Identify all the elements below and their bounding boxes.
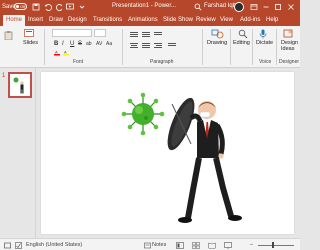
new-slide-icon[interactable] (24, 29, 34, 37)
group-divider (202, 29, 203, 65)
redo-icon[interactable] (56, 3, 64, 11)
ribbon-tabs: Home Insert Draw Design Transitions Anim… (0, 14, 300, 26)
tab-add-ins[interactable]: Add-ins (240, 15, 260, 26)
workspace: 1 (0, 68, 300, 238)
tab-insert[interactable]: Insert (28, 15, 43, 26)
present-icon[interactable] (66, 3, 74, 11)
dictate-button-label[interactable]: Dictate (256, 40, 273, 46)
customize-chevron-icon[interactable] (78, 3, 86, 11)
powerpoint-window: Save Off Presentation1 - Power... Farsha… (0, 0, 300, 250)
undo-icon[interactable] (44, 3, 52, 11)
document-title: Presentation1 - Power... (112, 3, 177, 9)
tab-design[interactable]: Design (68, 15, 87, 26)
microphone-icon[interactable] (259, 29, 267, 39)
shield-illustration (167, 97, 195, 151)
slide-canvas[interactable] (41, 72, 294, 234)
tab-transitions[interactable]: Transitions (93, 15, 122, 26)
font-color-icons[interactable]: A A (54, 50, 84, 56)
notes-button[interactable]: Notes (152, 242, 166, 248)
autosave-toggle[interactable]: Off (14, 3, 27, 10)
drawing-button-label[interactable]: Drawing (207, 40, 227, 46)
shapes-icon[interactable] (211, 29, 225, 39)
slide-number: 1 (2, 73, 6, 79)
group-divider (276, 29, 277, 65)
paste-icon[interactable] (4, 30, 13, 40)
spelling-icon[interactable] (15, 242, 22, 249)
ribbon: Slides B I U S ab AV Aa A A Font Paragra… (0, 26, 300, 68)
editing-icon[interactable] (238, 29, 248, 39)
paragraph-group-label: Paragraph (150, 59, 174, 65)
maximize-icon[interactable] (274, 3, 282, 11)
reading-view-icon[interactable] (208, 242, 216, 249)
thumbnail-figure-image (13, 77, 24, 94)
slides-button-label[interactable]: Slides (23, 40, 38, 46)
virus-shield-figure-image (121, 92, 242, 223)
change-case-button[interactable]: Aa (106, 41, 112, 47)
voice-group-label: Voice (259, 59, 272, 65)
toggle-knob (16, 5, 19, 8)
font-name-field[interactable] (52, 29, 92, 37)
paragraph-icons[interactable] (128, 30, 198, 54)
slideshow-view-icon[interactable] (224, 242, 232, 249)
font-size-field[interactable] (94, 29, 106, 37)
tab-review[interactable]: Review (196, 15, 216, 26)
underline-button[interactable]: U (70, 41, 74, 47)
avatar[interactable] (234, 2, 244, 12)
slide-sorter-icon[interactable] (192, 242, 200, 249)
editing-button-label[interactable]: Editing (233, 40, 250, 46)
toggle-state-label: Off (20, 4, 26, 9)
zoom-slider-handle[interactable] (272, 242, 274, 248)
slide-thumbnail-pane: 1 (0, 68, 36, 238)
strikethrough-button[interactable]: S (78, 41, 82, 47)
svg-text:A: A (55, 50, 58, 55)
close-icon[interactable] (287, 3, 295, 11)
tab-home[interactable]: Home (3, 15, 26, 26)
bold-button[interactable]: B (54, 41, 58, 47)
save-icon[interactable] (32, 3, 40, 11)
virus-illustration (121, 92, 165, 136)
slide-thumbnail[interactable] (8, 72, 32, 98)
shadow-button[interactable]: ab (86, 41, 92, 47)
slide-counter-icon[interactable] (4, 242, 11, 249)
design-ideas-button-label[interactable]: Design Ideas (281, 40, 299, 52)
tab-help[interactable]: Help (266, 15, 278, 26)
normal-view-icon[interactable] (176, 242, 184, 249)
status-bar: English (United States) Notes – (0, 238, 300, 250)
tab-slide-show[interactable]: Slide Show (163, 15, 193, 26)
group-divider (230, 29, 231, 65)
tab-animations[interactable]: Animations (128, 15, 158, 26)
tab-view[interactable]: View (220, 15, 233, 26)
group-divider (122, 29, 123, 65)
group-divider (252, 29, 253, 65)
character-spacing-button[interactable]: AV (96, 41, 102, 47)
designer-group-label: Designer (279, 59, 300, 65)
font-group-label: Font (73, 59, 84, 65)
zoom-slider[interactable] (258, 245, 294, 246)
svg-text:A: A (64, 50, 67, 55)
group-divider (44, 29, 45, 65)
title-bar: Save Off Presentation1 - Power... Farsha… (0, 0, 300, 14)
zoom-out-button[interactable]: – (250, 242, 253, 248)
tab-draw[interactable]: Draw (49, 15, 63, 26)
language-status[interactable]: English (United States) (26, 242, 82, 248)
minimize-icon[interactable] (262, 3, 270, 11)
ribbon-display-icon[interactable] (250, 3, 258, 11)
notes-icon[interactable] (144, 242, 151, 249)
design-ideas-icon[interactable] (283, 29, 293, 39)
italic-button[interactable]: I (62, 41, 64, 47)
search-icon[interactable] (194, 3, 202, 11)
